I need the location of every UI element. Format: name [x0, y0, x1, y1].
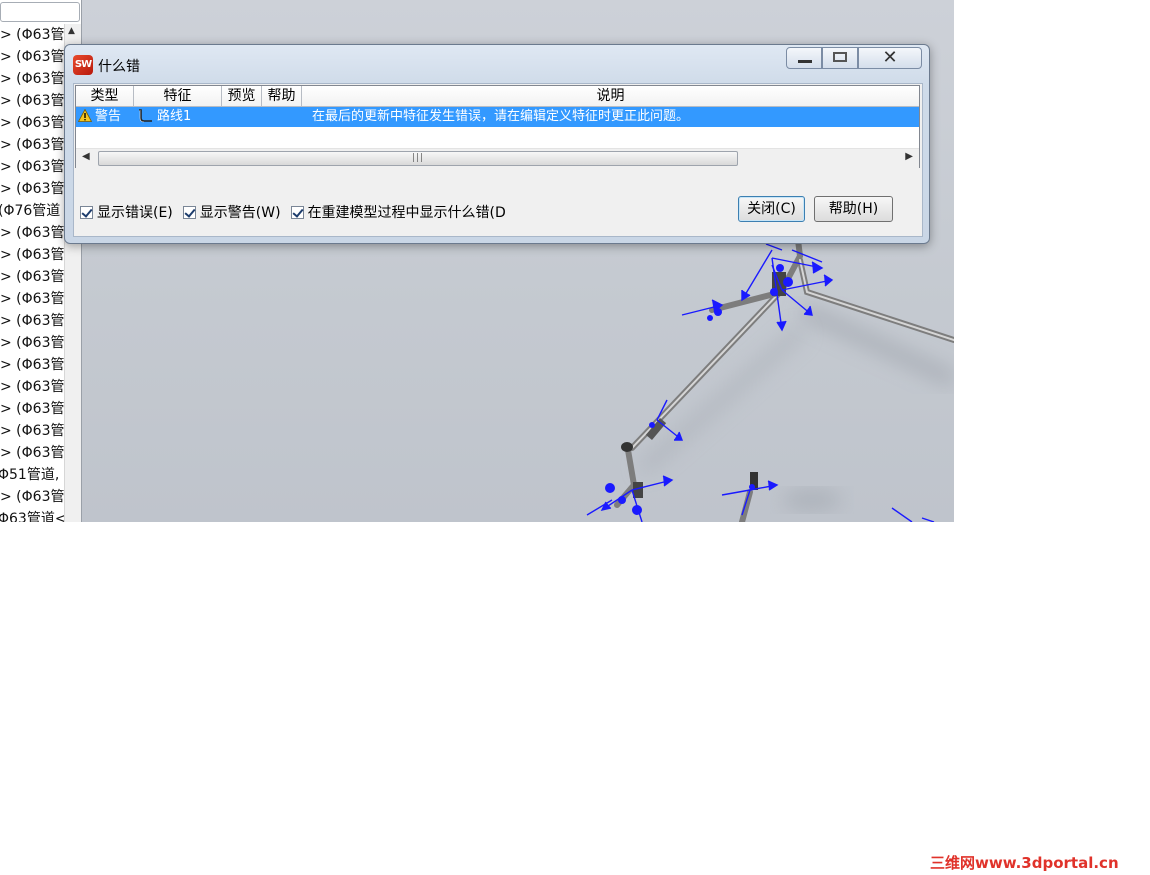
tree-item[interactable]: > (Φ63管 — [0, 310, 64, 332]
show-during-rebuild-checkbox[interactable]: 在重建模型过程中显示什么错(D — [290, 202, 506, 222]
filter-options: 显示错误(E) 显示警告(W) 在重建模型过程中显示什么错(D — [80, 202, 516, 222]
tree-item[interactable]: > (Φ63管 — [0, 288, 64, 310]
window-close-button[interactable]: ✕ — [858, 47, 922, 69]
show-errors-checkbox[interactable]: 显示错误(E) — [80, 202, 173, 222]
row-description-cell: 在最后的更新中特征发生错误，请在编辑定义特征时更正此问题。 — [312, 109, 690, 124]
tree-item[interactable]: > (Φ63管 — [0, 156, 64, 178]
column-header-type[interactable]: 类型 — [76, 86, 134, 106]
dialog-body: 类型 特征 预览 帮助 说明 警告 路线1 在最后的更新中特征发生错误，请在编辑… — [73, 83, 923, 237]
column-header-help[interactable]: 帮助 — [262, 86, 302, 106]
error-list-header: 类型 特征 预览 帮助 说明 — [76, 86, 919, 107]
show-errors-label: 显示错误(E) — [97, 205, 173, 221]
show-during-rebuild-label: 在重建模型过程中显示什么错(D — [307, 205, 506, 221]
tree-item[interactable]: Φ51管道, - — [0, 464, 64, 486]
tree-item[interactable]: > (Φ63管 — [0, 420, 64, 442]
tree-item[interactable]: > (Φ63管 — [0, 24, 64, 46]
scroll-right-arrow-icon[interactable]: ▶ — [905, 151, 913, 162]
column-header-feature[interactable]: 特征 — [134, 86, 222, 106]
screenshot-area: > (Φ63管 > (Φ63管 > (Φ63管 > (Φ63管 > (Φ63管 … — [0, 0, 954, 522]
horizontal-scrollbar[interactable]: ◀ ||| ▶ — [76, 148, 919, 168]
help-button[interactable]: 帮助(H) — [814, 196, 893, 222]
tree-item[interactable]: > (Φ63管 — [0, 222, 64, 244]
close-icon: ✕ — [882, 47, 898, 68]
tree-item[interactable]: (Φ76管道 — [0, 200, 64, 222]
row-type-cell: 警告 — [76, 107, 134, 127]
close-button[interactable]: 关闭(C) — [738, 196, 805, 222]
dialog-titlebar[interactable]: SW 什么错 ✕ — [65, 45, 929, 83]
row-type-label: 警告 — [95, 109, 122, 124]
site-watermark: 三维网www.3dportal.cn — [930, 854, 1119, 872]
solidworks-logo-icon: SW — [73, 55, 93, 75]
row-feature-label: 路线1 — [157, 109, 192, 124]
tree-item[interactable]: > (Φ63管 — [0, 332, 64, 354]
tree-list: > (Φ63管 > (Φ63管 > (Φ63管 > (Φ63管 > (Φ63管 … — [0, 24, 64, 522]
tree-item[interactable]: > (Φ63管 — [0, 376, 64, 398]
tree-item[interactable]: > (Φ63管 — [0, 112, 64, 134]
maximize-icon — [833, 52, 847, 62]
tree-item[interactable]: > (Φ63管 — [0, 244, 64, 266]
checkbox-checked-icon[interactable] — [182, 205, 196, 219]
minimize-button[interactable] — [786, 47, 822, 69]
show-warnings-checkbox[interactable]: 显示警告(W) — [182, 202, 281, 222]
checkbox-checked-icon[interactable] — [290, 205, 304, 219]
dialog-title: 什么错 — [98, 59, 140, 75]
tree-item[interactable]: > (Φ63管 — [0, 46, 64, 68]
scroll-up-arrow-icon[interactable]: ▲ — [68, 26, 75, 36]
tree-item[interactable]: > (Φ63管 — [0, 90, 64, 112]
row-feature-cell: 路线1 — [134, 107, 222, 127]
column-header-description[interactable]: 说明 — [302, 86, 919, 106]
scroll-left-arrow-icon[interactable]: ◀ — [82, 151, 90, 162]
tree-item[interactable]: > (Φ63管 — [0, 354, 64, 376]
maximize-button[interactable] — [822, 47, 858, 69]
checkbox-checked-icon[interactable] — [80, 205, 93, 219]
route-icon — [139, 109, 152, 123]
scrollbar-thumb[interactable]: ||| — [98, 151, 738, 166]
table-row[interactable]: 警告 路线1 在最后的更新中特征发生错误，请在编辑定义特征时更正此问题。 — [76, 107, 919, 127]
tree-filter-input[interactable] — [0, 2, 80, 22]
row-help-cell — [262, 107, 302, 127]
tree-item[interactable]: > (Φ63管 — [0, 68, 64, 90]
warning-icon — [78, 109, 92, 122]
minimize-icon — [798, 60, 812, 63]
row-preview-cell — [222, 107, 262, 127]
tree-item[interactable]: > (Φ63管 — [0, 178, 64, 200]
tree-item[interactable]: Φ63管道< — [0, 508, 64, 522]
whats-wrong-dialog: SW 什么错 ✕ 类型 特征 预览 帮助 说明 警告 路线1 在最后的更新中特征… — [64, 44, 930, 244]
tree-item[interactable]: > (Φ63管 — [0, 486, 64, 508]
tree-item[interactable]: > (Φ63管 — [0, 266, 64, 288]
tree-item[interactable]: > (Φ63管 — [0, 134, 64, 156]
tree-item[interactable]: > (Φ63管 — [0, 398, 64, 420]
column-header-preview[interactable]: 预览 — [222, 86, 262, 106]
show-warnings-label: 显示警告(W) — [199, 205, 281, 221]
error-list: 类型 特征 预览 帮助 说明 警告 路线1 在最后的更新中特征发生错误，请在编辑… — [75, 85, 920, 168]
tree-item[interactable]: > (Φ63管 — [0, 442, 64, 464]
